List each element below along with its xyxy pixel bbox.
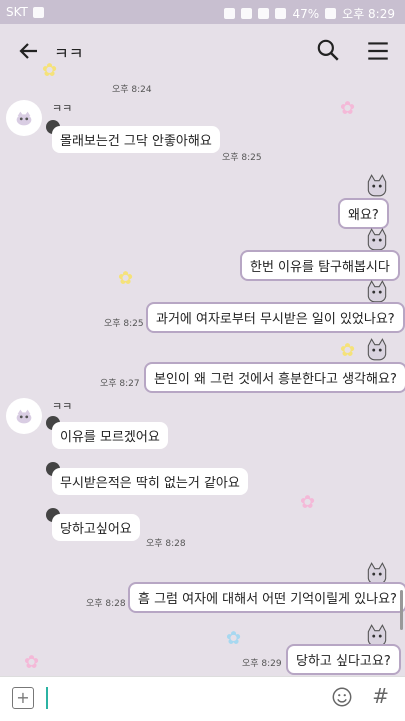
status-left: SKT xyxy=(6,5,44,19)
message-time: 오후 8:29 xyxy=(242,659,282,669)
outgoing-message[interactable]: 과거에 여자로부터 무시받은 일이 있었나요? xyxy=(146,302,405,333)
star-decoration-icon: ✿ xyxy=(42,60,58,81)
chat-title: ㅋㅋ xyxy=(54,44,84,63)
avatar[interactable] xyxy=(6,398,42,434)
menu-icon[interactable] xyxy=(365,38,391,64)
plus-icon[interactable]: + xyxy=(12,687,34,709)
battery-percent: 47% xyxy=(292,6,320,21)
cat-sticker-icon xyxy=(367,280,387,303)
carrier-label: SKT xyxy=(6,5,28,19)
flower-decoration-icon: ✿ xyxy=(300,492,316,513)
wifi-icon xyxy=(258,8,270,19)
flower-decoration-icon: ✿ xyxy=(340,98,356,119)
image-notification-icon xyxy=(32,6,44,18)
signal-icon xyxy=(275,8,287,19)
chat-header: ㅋㅋ xyxy=(0,24,405,78)
input-bar: + # xyxy=(0,676,405,721)
scrollbar[interactable] xyxy=(400,590,403,630)
flower-decoration-icon: ✿ xyxy=(226,628,242,649)
emoji-icon[interactable] xyxy=(331,686,353,708)
search-icon[interactable] xyxy=(315,37,341,63)
clock: 오후 8:29 xyxy=(342,7,395,21)
flower-decoration-icon: ✿ xyxy=(24,652,40,673)
message-time: 오후 8:25 xyxy=(222,153,262,163)
cat-sticker-icon xyxy=(367,228,387,251)
incoming-message[interactable]: 무시받은적은 딱히 없는거 같아요 xyxy=(52,468,248,495)
flower-decoration-icon: ✿ xyxy=(340,340,356,361)
outgoing-message[interactable]: 본인이 왜 그런 것에서 흥분한다고 생각해요? xyxy=(144,362,405,393)
cat-sticker-icon xyxy=(367,174,387,197)
hash-icon[interactable]: # xyxy=(372,684,389,708)
incoming-message[interactable]: 당하고싶어요 xyxy=(52,514,140,541)
outgoing-message[interactable]: 당하고 싶다고요? xyxy=(286,644,401,675)
chat-area[interactable]: ✿ ✿ ✿ ✿ ✿ ✿ ✿ 오후 8:24 ㅋㅋ 몰래보는건 그닥 안좋아해요 … xyxy=(0,60,405,676)
message-time: 오후 8:25 xyxy=(104,319,144,329)
incoming-message[interactable]: 몰래보는건 그닥 안좋아해요 xyxy=(52,126,220,153)
back-arrow-icon[interactable] xyxy=(14,36,44,66)
cat-sticker-icon xyxy=(367,338,387,361)
outgoing-message[interactable]: 한번 이유를 탐구해봅시다 xyxy=(240,250,400,281)
incoming-message[interactable]: 이유를 모르겠어요 xyxy=(52,422,168,449)
avatar[interactable] xyxy=(6,100,42,136)
message-time: 오후 8:28 xyxy=(86,599,126,609)
status-bar: SKT 47% 오후 8:29 xyxy=(0,0,405,24)
status-right: 47% 오후 8:29 xyxy=(224,5,395,22)
message-time: 오후 8:24 xyxy=(112,85,152,95)
outgoing-message[interactable]: 왜요? xyxy=(338,198,389,229)
flower-decoration-icon: ✿ xyxy=(118,268,134,289)
message-time: 오후 8:27 xyxy=(100,379,140,389)
mute-icon xyxy=(241,8,253,19)
sender-name: ㅋㅋ xyxy=(52,102,73,115)
outgoing-message[interactable]: 흠 그럼 여자에 대해서 어떤 기억이릴게 있나요? xyxy=(128,582,405,613)
message-input[interactable] xyxy=(46,687,48,709)
alarm-icon xyxy=(224,8,236,19)
sender-name: ㅋㅋ xyxy=(52,400,73,413)
battery-icon xyxy=(325,8,337,19)
message-time: 오후 8:28 xyxy=(146,539,186,549)
